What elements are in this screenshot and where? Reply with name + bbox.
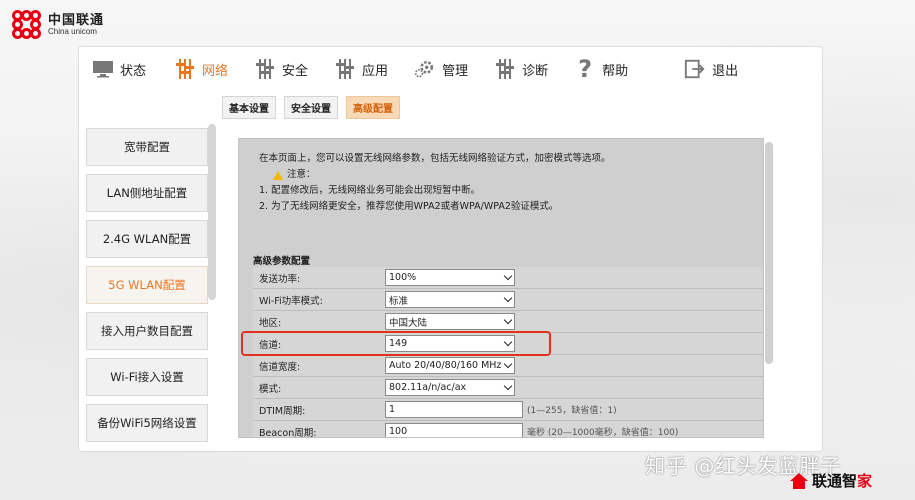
chevron-down-icon <box>503 271 513 281</box>
nav-status-label: 状态 <box>120 63 147 79</box>
top-navigation: 状态 网络 安全 应用 管理 诊断 ? 帮助 退出 <box>80 48 821 90</box>
apps-bars-icon <box>334 58 356 80</box>
nav-security-label: 安全 <box>282 63 309 79</box>
sidebar-item-wifi-access[interactable]: Wi-Fi接入设置 <box>86 358 208 396</box>
channel-highlight-box <box>241 331 551 356</box>
tx-power-label: 发送功率: <box>259 273 301 285</box>
nav-help-label: 帮助 <box>602 63 629 79</box>
dtim-hint: (1—255，缺省值：1) <box>527 406 617 416</box>
form-row-region: 地区: 中国大陆 <box>253 311 763 333</box>
beacon-input[interactable]: 100 <box>385 423 523 437</box>
sidebar-item-broadband[interactable]: 宽带配置 <box>86 128 208 166</box>
mode-value: 802.11a/n/ac/ax <box>389 382 467 393</box>
sidebar-item-wlan-5g[interactable]: 5G WLAN配置 <box>86 266 208 304</box>
subtab-advanced[interactable]: 高级配置 <box>346 96 400 119</box>
region-value: 中国大陆 <box>389 317 428 329</box>
nav-help[interactable]: ? 帮助 <box>564 48 638 90</box>
region-label: 地区: <box>259 317 282 329</box>
bandwidth-label: 信道宽度: <box>259 361 301 373</box>
sidebar-item-lan[interactable]: LAN侧地址配置 <box>86 174 208 212</box>
note-2: 2. 为了无线网络更安全，推荐您使用WPA2或者WPA/WPA2验证模式。 <box>259 201 559 212</box>
nav-logout-label: 退出 <box>712 63 739 79</box>
sidebar-item-wlan-24g[interactable]: 2.4G WLAN配置 <box>86 220 208 258</box>
footer-brand-a: 联通智 <box>812 472 858 490</box>
nav-network[interactable]: 网络 <box>164 48 238 90</box>
security-bars-icon <box>254 58 276 80</box>
nav-network-label: 网络 <box>202 63 229 79</box>
footer-brand: 联通智家 <box>790 470 872 491</box>
unicom-knot-icon <box>12 10 42 40</box>
nav-apps[interactable]: 应用 <box>324 48 398 90</box>
mode-select[interactable]: 802.11a/n/ac/ax <box>385 379 515 396</box>
region-select[interactable]: 中国大陆 <box>385 313 515 330</box>
nav-diagnose[interactable]: 诊断 <box>484 48 558 90</box>
subtab-security[interactable]: 安全设置 <box>284 96 338 119</box>
chevron-down-icon <box>503 381 513 391</box>
gear-icon <box>414 58 436 80</box>
bandwidth-value: Auto 20/40/80/160 MHz <box>389 360 502 371</box>
form-row-dtim: DTIM周期: 1 (1—255，缺省值：1) <box>253 399 763 421</box>
footer-brand-b: 家 <box>857 472 873 490</box>
chevron-down-icon <box>503 293 513 303</box>
question-icon: ? <box>578 55 593 83</box>
sidebar: 宽带配置 LAN侧地址配置 2.4G WLAN配置 5G WLAN配置 接入用户… <box>86 128 208 446</box>
nav-manage[interactable]: 管理 <box>404 48 478 90</box>
dtim-label: DTIM周期: <box>259 405 306 417</box>
chevron-down-icon <box>503 359 513 369</box>
section-title: 高级参数配置 <box>253 256 311 267</box>
wifi-power-mode-label: Wi-Fi功率模式: <box>259 295 323 307</box>
form-row-bandwidth: 信道宽度: Auto 20/40/80/160 MHz <box>253 355 763 377</box>
logout-icon <box>684 58 706 80</box>
form-row-beacon: Beacon周期: 100 毫秒 (20—1000毫秒，缺省值：100) <box>253 421 763 438</box>
network-bars-icon <box>174 58 196 80</box>
tx-power-value: 100% <box>389 272 417 283</box>
wifi-power-mode-select[interactable]: 标准 <box>385 291 515 308</box>
brand-en: China unicom <box>48 26 97 36</box>
note-header: 注意： <box>259 167 759 183</box>
nav-apps-label: 应用 <box>362 63 389 79</box>
form-row-wifi-power-mode: Wi-Fi功率模式: 标准 <box>253 289 763 311</box>
beacon-label: Beacon周期: <box>259 427 317 438</box>
form-row-mode: 模式: 802.11a/n/ac/ax <box>253 377 763 399</box>
sidebar-item-user-count[interactable]: 接入用户数目配置 <box>86 312 208 350</box>
bandwidth-select[interactable]: Auto 20/40/80/160 MHz <box>385 357 515 374</box>
warning-icon <box>273 170 283 180</box>
content-panel: 在本页面上，您可以设置无线网络参数，包括无线网络验证方式，加密模式等选项。 注意… <box>238 138 764 438</box>
nav-security[interactable]: 安全 <box>244 48 318 90</box>
nav-manage-label: 管理 <box>442 63 469 79</box>
beacon-hint: 毫秒 (20—1000毫秒，缺省值：100) <box>527 428 679 438</box>
home-icon <box>790 472 808 489</box>
intro-text: 在本页面上，您可以设置无线网络参数，包括无线网络验证方式，加密模式等选项。 注意… <box>259 151 759 215</box>
chevron-down-icon <box>503 315 513 325</box>
monitor-icon <box>92 58 114 80</box>
sub-tabs: 基本设置 安全设置 高级配置 <box>222 96 400 119</box>
form-row-tx-power: 发送功率: 100% <box>253 267 763 289</box>
mode-label: 模式: <box>259 383 282 395</box>
note-label: 注意： <box>287 169 316 180</box>
nav-logout[interactable]: 退出 <box>674 48 748 90</box>
china-unicom-logo: 中国联通 China unicom <box>12 10 104 40</box>
nav-status[interactable]: 状态 <box>82 48 156 90</box>
sidebar-item-backup-wifi5[interactable]: 备份WiFi5网络设置 <box>86 404 208 442</box>
dtim-input[interactable]: 1 <box>385 401 523 418</box>
diagnose-bars-icon <box>494 58 516 80</box>
wifi-power-mode-value: 标准 <box>389 295 409 307</box>
nav-diagnose-label: 诊断 <box>522 63 549 79</box>
content-scrollbar[interactable] <box>765 142 773 364</box>
tx-power-select[interactable]: 100% <box>385 269 515 286</box>
brand-cn: 中国联通 <box>48 12 105 28</box>
subtab-basic[interactable]: 基本设置 <box>222 96 276 119</box>
intro-line: 在本页面上，您可以设置无线网络参数，包括无线网络验证方式，加密模式等选项。 <box>259 153 611 164</box>
note-1: 1. 配置修改后，无线网络业务可能会出现短暂中断。 <box>259 185 481 196</box>
sidebar-scrollbar[interactable] <box>208 124 216 300</box>
